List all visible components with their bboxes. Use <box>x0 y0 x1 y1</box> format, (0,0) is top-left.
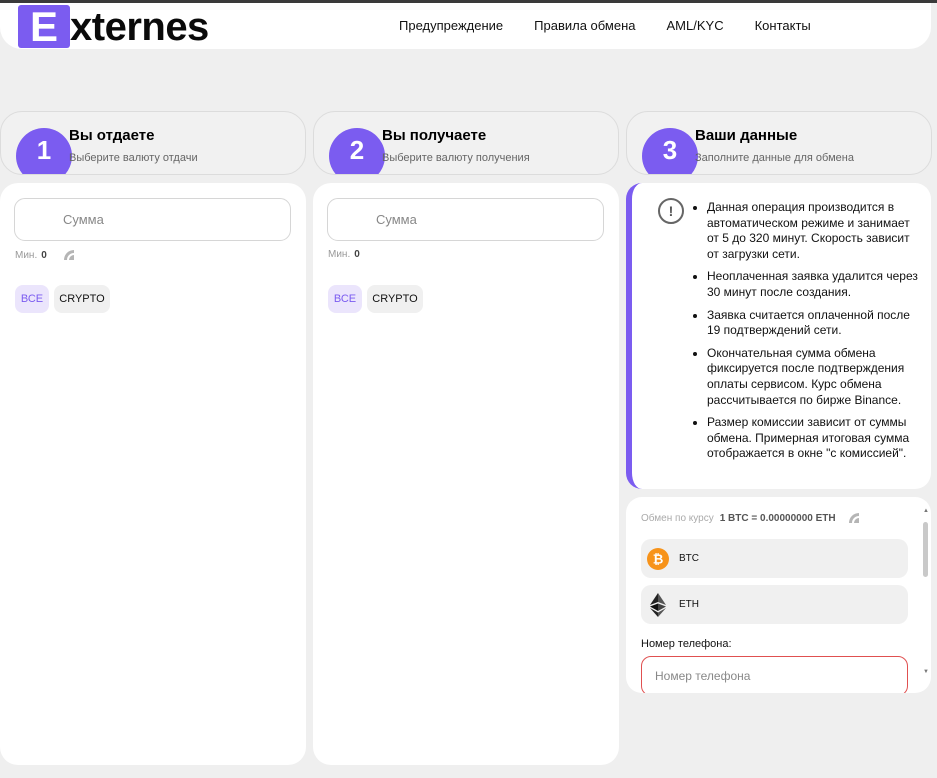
step-give: 1 Вы отдаете Выберите валюту отдачи <box>0 111 306 175</box>
site-header: E xternes Предупреждение Правила обмена … <box>0 3 931 49</box>
give-filters: ВСЕ CRYPTO <box>15 285 110 313</box>
step-receive: 2 Вы получаете Выберите валюту получения <box>313 111 619 175</box>
min-label: Мин. <box>15 249 38 261</box>
nav-exchange-rules[interactable]: Правила обмена <box>534 18 635 33</box>
step-title: Ваши данные <box>695 127 798 144</box>
step-number: 3 <box>642 128 698 174</box>
give-min-row: Мин. 0 <box>15 249 77 261</box>
svg-text:₿: ₿ <box>653 551 664 566</box>
info-item: Неоплаченная заявка удалится через 30 ми… <box>707 269 922 300</box>
logo-text: xternes <box>70 4 209 49</box>
step-subtitle: Заполните данные для обмена <box>695 152 854 164</box>
scrollbar-thumb[interactable] <box>923 522 928 577</box>
info-list: Данная операция производится в автоматич… <box>707 200 922 469</box>
scroll-up-arrow[interactable]: ▲ <box>923 508 929 514</box>
receive-min-row: Мин. 0 <box>328 249 360 260</box>
scroll-down-arrow[interactable]: ▼ <box>923 669 929 675</box>
info-item: Заявка считается оплаченной после 19 под… <box>707 308 922 339</box>
phone-input[interactable]: Номер телефона <box>641 656 908 693</box>
step-number: 2 <box>329 128 385 174</box>
step-title: Вы отдаете <box>69 127 155 144</box>
logo[interactable]: E xternes <box>18 5 209 48</box>
rate-row: Обмен по курсу 1 BTC = 0.00000000 ETH <box>641 512 862 524</box>
coin-name: BTC <box>679 553 699 564</box>
exclamation-icon: ! <box>658 198 684 224</box>
step-your-data: 3 Ваши данные Заполните данные для обмен… <box>626 111 932 175</box>
step-subtitle: Выберите валюту получения <box>382 152 530 164</box>
step-number: 1 <box>16 128 72 174</box>
from-coin[interactable]: ₿ BTC <box>641 539 908 578</box>
info-item: Данная операция производится в автоматич… <box>707 200 922 262</box>
filter-all[interactable]: ВСЕ <box>328 285 362 313</box>
info-panel: ! Данная операция производится в автомат… <box>626 183 931 489</box>
info-item: Окончательная сумма обмена фиксируется п… <box>707 346 922 408</box>
nav-contacts[interactable]: Контакты <box>755 18 811 33</box>
exchange-form-panel: Обмен по курсу 1 BTC = 0.00000000 ETH ₿ … <box>626 497 931 693</box>
receive-filters: ВСЕ CRYPTO <box>328 285 423 313</box>
step-title: Вы получаете <box>382 127 487 144</box>
rss-icon[interactable] <box>63 249 77 261</box>
filter-all[interactable]: ВСЕ <box>15 285 49 313</box>
filter-crypto[interactable]: CRYPTO <box>367 285 423 313</box>
rate-label: Обмен по курсу <box>641 512 714 524</box>
give-amount-input[interactable]: Сумма <box>14 198 291 241</box>
give-panel: Сумма Мин. 0 ВСЕ CRYPTO <box>0 183 306 765</box>
nav-aml-kyc[interactable]: AML/KYC <box>667 18 724 33</box>
receive-panel: Сумма Мин. 0 ВСЕ CRYPTO <box>313 183 619 765</box>
min-label: Мин. <box>328 249 351 260</box>
bitcoin-icon: ₿ <box>647 547 669 570</box>
coin-name: ETH <box>679 599 699 610</box>
min-value: 0 <box>354 249 360 260</box>
step-subtitle: Выберите валюту отдачи <box>69 152 198 164</box>
info-item: Размер комиссии зависит от суммы обмена.… <box>707 415 922 462</box>
rss-icon[interactable] <box>848 512 862 524</box>
min-value: 0 <box>41 249 47 261</box>
to-coin[interactable]: ETH <box>641 585 908 624</box>
phone-label: Номер телефона: <box>641 638 732 650</box>
rate-value: 1 BTC = 0.00000000 ETH <box>719 512 836 524</box>
nav-warning[interactable]: Предупреждение <box>399 18 503 33</box>
receive-amount-input[interactable]: Сумма <box>327 198 604 241</box>
filter-crypto[interactable]: CRYPTO <box>54 285 110 313</box>
logo-letter: E <box>18 5 70 48</box>
ethereum-icon <box>647 592 669 617</box>
main-nav: Предупреждение Правила обмена AML/KYC Ко… <box>399 18 811 33</box>
